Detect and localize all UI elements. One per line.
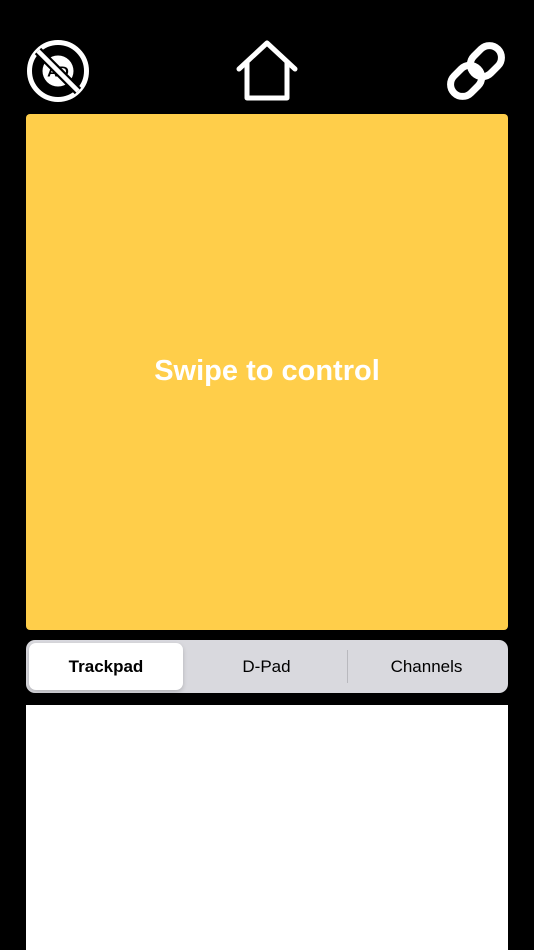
remove-ads-button[interactable]: AD: [26, 39, 90, 103]
tab-channels[interactable]: Channels: [348, 643, 505, 690]
top-bar: AD: [0, 0, 534, 114]
home-button[interactable]: [235, 38, 299, 102]
no-ads-icon: AD: [27, 40, 89, 102]
tab-dpad[interactable]: D-Pad: [186, 643, 347, 690]
connect-button[interactable]: [442, 38, 510, 104]
home-icon: [236, 40, 298, 101]
trackpad-area[interactable]: Swipe to control: [26, 114, 508, 630]
trackpad-hint: Swipe to control: [154, 354, 380, 387]
link-icon: [447, 42, 505, 100]
tab-trackpad[interactable]: Trackpad: [29, 643, 183, 690]
bottom-panel: [26, 705, 508, 950]
control-mode-selector: Trackpad D-Pad Channels: [26, 640, 508, 693]
